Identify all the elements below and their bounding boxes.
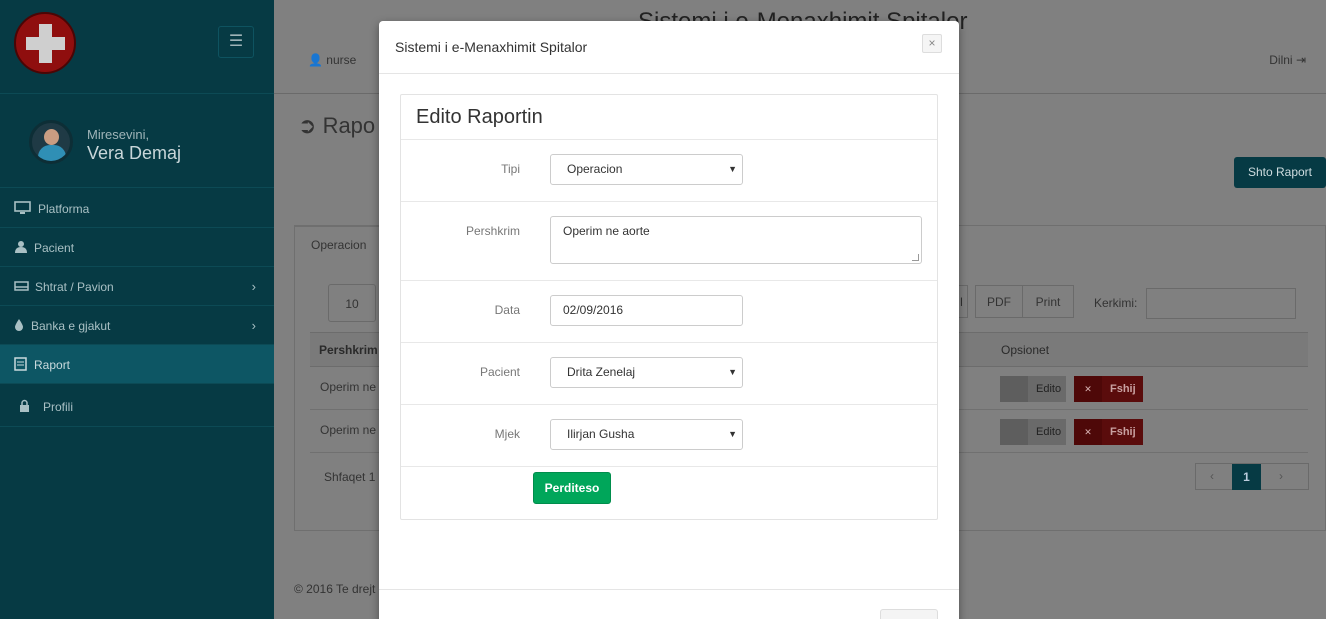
lock-icon <box>19 399 37 413</box>
sidebar-item-shtrat-pavion[interactable]: Shtrat / Pavion › <box>0 267 274 306</box>
arrow-circle-icon: ➲ <box>298 113 317 138</box>
sidebar-item-banka-e-gjakut[interactable]: Banka e gjakut › <box>0 306 274 345</box>
resize-grip-icon[interactable] <box>912 254 919 261</box>
user-name: Vera Demaj <box>87 143 182 163</box>
logout-label: Dilni <box>1269 53 1293 67</box>
description-textarea[interactable]: Operim ne aorte <box>550 216 922 264</box>
search-input[interactable] <box>1146 288 1296 319</box>
user-icon: 👤 <box>308 53 323 67</box>
search-label: Kerkimi: <box>1094 296 1138 310</box>
bed-icon <box>14 279 32 293</box>
page-title: ➲ Rapo <box>298 113 375 139</box>
caret-down-icon: ▼ <box>728 164 737 174</box>
export-pdf-button[interactable]: PDF <box>975 285 1023 318</box>
report-icon <box>14 357 32 371</box>
logout-icon: ⇥ <box>1295 53 1306 67</box>
user-icon <box>14 240 32 254</box>
type-select[interactable]: Operacion ▼ <box>550 154 743 185</box>
pager-page[interactable]: 1 <box>1232 464 1261 490</box>
caret-down-icon: ▼ <box>728 367 737 377</box>
sidebar-item-raport[interactable]: Raport <box>0 345 274 384</box>
export-print-button[interactable]: Print <box>1022 285 1074 318</box>
page-title-label: Rapo <box>322 113 376 138</box>
modal-title: Sistemi i e-Menaxhimit Spitalor <box>395 39 588 55</box>
date-input[interactable]: 02/09/2016 <box>550 295 743 326</box>
delete-button[interactable]: Fshij <box>1074 419 1143 445</box>
drop-icon <box>14 318 32 332</box>
patient-select-value: Drita Zenelaj <box>567 365 636 379</box>
doctor-select-value: Ilirjan Gusha <box>567 427 635 441</box>
tab-operacion[interactable]: Operacion <box>294 226 384 263</box>
avatar <box>29 120 73 164</box>
patient-select[interactable]: Drita Zenelaj ▼ <box>550 357 743 388</box>
monitor-icon <box>14 201 32 215</box>
date-label: Data <box>494 303 520 317</box>
add-report-button[interactable]: Shto Raport <box>1234 157 1326 188</box>
pager-prev[interactable]: ‹ <box>1210 469 1214 483</box>
chevron-right-icon: › <box>251 318 256 333</box>
sidebar-item-label: Banka e gjakut <box>31 319 111 333</box>
doctor-label: Mjek <box>494 427 520 441</box>
pager-next[interactable]: › <box>1279 469 1283 483</box>
delete-button[interactable]: Fshij <box>1074 376 1143 402</box>
sidebar-item-label: Pacient <box>34 241 75 255</box>
close-icon[interactable]: × <box>922 34 942 53</box>
chevron-right-icon: › <box>251 279 256 294</box>
column-header-options: Opsionet <box>1001 343 1050 357</box>
sidebar-item-pacient[interactable]: Pacient <box>0 228 274 267</box>
edit-report-form: Edito Raportin Tipi Operacion ▼ Pershkri… <box>400 94 938 520</box>
edit-button[interactable]: Edito <box>1000 419 1066 445</box>
table-info: Shfaqet 1 <box>324 470 376 484</box>
modal-footer-button[interactable] <box>880 609 938 619</box>
column-header-description[interactable]: Pershkrim <box>319 343 378 357</box>
sidebar-item-label: Profili <box>43 400 74 414</box>
table-cell-description: Operim ne <box>320 380 377 394</box>
current-user[interactable]: 👤 nurse <box>308 53 356 67</box>
sidebar-item-label: Raport <box>34 358 71 372</box>
hospital-cross-logo[interactable] <box>14 12 76 74</box>
type-label: Tipi <box>501 162 520 176</box>
update-button[interactable]: Perditeso <box>533 472 611 504</box>
welcome-text: Miresevini, <box>87 127 150 142</box>
form-title: Edito Raportin <box>416 106 543 128</box>
table-cell-description: Operim ne <box>320 423 377 437</box>
logout-link[interactable]: Dilni ⇥ <box>1269 53 1306 67</box>
edit-report-modal: Sistemi i e-Menaxhimit Spitalor × Edito … <box>379 21 959 619</box>
footer-text: © 2016 Te drejt <box>294 582 376 596</box>
doctor-select[interactable]: Ilirjan Gusha ▼ <box>550 419 743 450</box>
hamburger-icon[interactable]: ☰ <box>218 26 254 58</box>
description-value: Operim ne aorte <box>563 224 650 238</box>
sidebar-item-label: Shtrat / Pavion <box>35 280 114 294</box>
edit-button[interactable]: Edito <box>1000 376 1066 402</box>
description-label: Pershkrim <box>465 224 520 238</box>
sidebar-brand: ☰ <box>0 0 274 94</box>
sidebar-item-label: Platforma <box>38 202 90 216</box>
pagination: ‹ 1 › <box>1195 463 1309 490</box>
current-user-label: nurse <box>326 53 357 67</box>
sidebar-item-profili[interactable]: Profili <box>0 384 274 427</box>
caret-down-icon: ▼ <box>728 429 737 439</box>
user-panel: Miresevini, Vera Demaj <box>0 95 274 188</box>
type-select-value: Operacion <box>567 162 623 176</box>
page-length-select[interactable]: 10 <box>328 284 376 322</box>
patient-label: Pacient <box>479 365 520 379</box>
date-value: 02/09/2016 <box>563 303 624 317</box>
sidebar-item-platforma[interactable]: Platforma <box>0 189 274 228</box>
modal-header: Sistemi i e-Menaxhimit Spitalor × <box>379 21 959 74</box>
sidebar: ☰ Miresevini, Vera Demaj Platforma Pacie… <box>0 0 274 619</box>
